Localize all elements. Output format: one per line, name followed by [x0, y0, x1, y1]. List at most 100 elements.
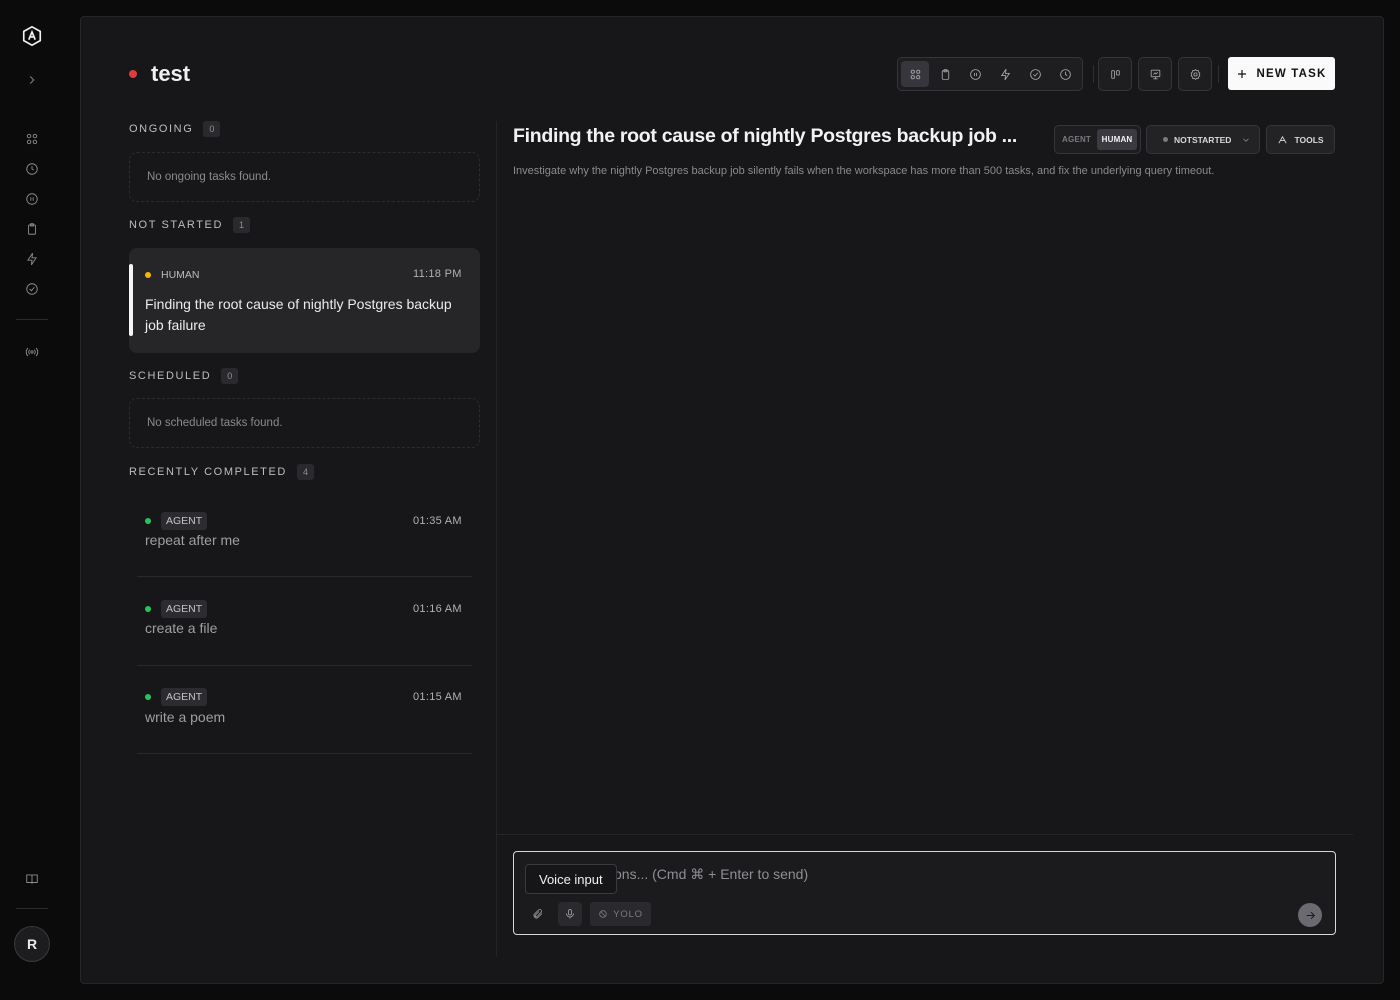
status-dot [1163, 137, 1168, 142]
yolo-toggle[interactable]: YOLO [590, 902, 651, 926]
clipboard-view-button[interactable] [931, 61, 959, 87]
page-header: test [129, 61, 190, 87]
yolo-label: YOLO [613, 908, 643, 920]
clipboard-icon [941, 68, 949, 80]
task-owner: AGENT [161, 512, 208, 530]
book-icon[interactable] [22, 869, 42, 889]
rail-divider [16, 908, 48, 909]
chevron-down-icon [1243, 137, 1250, 142]
send-button[interactable] [1298, 903, 1322, 927]
owner-dot [145, 272, 151, 278]
view-switcher [897, 57, 1083, 91]
task-description: Investigate why the nightly Postgres bac… [513, 165, 1215, 177]
section-recently-completed-header: RECENTLY COMPLETED 4 [129, 464, 314, 480]
history-view-button[interactable] [1051, 61, 1079, 87]
tools-label: TOOLS [1294, 134, 1324, 145]
tools-icon [1278, 135, 1288, 144]
tools-button[interactable]: TOOLS [1266, 125, 1335, 154]
section-label: SCHEDULED [129, 370, 212, 382]
task-list-item[interactable]: AGENT 01:35 AM repeat after me [137, 489, 472, 577]
task-card-selected[interactable]: HUMAN 11:18 PM Finding the root cause of… [129, 248, 480, 353]
section-count: 0 [203, 121, 221, 137]
task-title: write a poem [145, 709, 226, 725]
board-layout-button[interactable] [1098, 57, 1132, 91]
clock-icon[interactable] [22, 159, 42, 179]
chevron-right-icon[interactable] [22, 70, 42, 90]
logo-icon[interactable] [21, 25, 43, 47]
message-composer[interactable]: ons... (Cmd ⌘ + Enter to send) Voice inp… [513, 851, 1336, 935]
voice-input-tooltip: Voice input [525, 864, 617, 894]
composer-divider [497, 834, 1353, 835]
section-ongoing-header: ONGOING 0 [129, 121, 221, 137]
main-panel: test NEW TASK ONGOING 0 No ongoing tasks… [80, 16, 1384, 984]
project-status-dot [129, 70, 137, 78]
bolt-icon[interactable] [22, 249, 42, 269]
app-rail: R [0, 0, 64, 1000]
section-count: 1 [233, 217, 250, 233]
gear-icon [1190, 68, 1200, 80]
new-task-button[interactable]: NEW TASK [1228, 57, 1335, 90]
yolo-icon [599, 910, 607, 918]
status-label: NOTSTARTED [1174, 134, 1232, 145]
broadcast-icon[interactable] [22, 342, 42, 362]
page-title: test [151, 61, 191, 86]
columns-icon [1110, 69, 1120, 79]
task-title: Finding the root cause of nightly Postgr… [145, 296, 452, 333]
clipboard-icon[interactable] [22, 219, 42, 239]
toolbar-separator [1093, 65, 1094, 83]
task-meta: AGENT [145, 512, 208, 530]
task-meta: HUMAN [145, 269, 200, 281]
task-meta: AGENT [145, 688, 208, 706]
grid-icon [910, 69, 920, 79]
scheduled-empty-state: No scheduled tasks found. [129, 398, 480, 448]
task-time: 01:35 AM [413, 515, 462, 527]
new-task-label: NEW TASK [1256, 67, 1327, 80]
triggers-view-button[interactable] [991, 61, 1019, 87]
message-input-placeholder[interactable]: ons... (Cmd ⌘ + Enter to send) [614, 866, 808, 883]
task-owner: HUMAN [161, 269, 200, 281]
grid-view-button[interactable] [901, 61, 929, 87]
rail-divider [16, 319, 48, 320]
check-circle-icon [1029, 68, 1041, 80]
attach-button[interactable] [526, 902, 550, 926]
task-time: 11:18 PM [413, 268, 462, 280]
voice-input-button[interactable] [558, 902, 582, 926]
clock-icon [1059, 68, 1071, 80]
pause-icon[interactable] [22, 189, 42, 209]
task-owner: AGENT [161, 600, 208, 618]
presentation-button[interactable] [1138, 57, 1172, 91]
avatar[interactable]: R [14, 926, 50, 962]
bolt-icon [1000, 68, 1010, 80]
owner-dot [145, 606, 151, 612]
task-time: 01:15 AM [413, 691, 462, 703]
settings-button[interactable] [1178, 57, 1212, 91]
check-circle-icon[interactable] [22, 279, 42, 299]
pause-icon [969, 68, 981, 80]
owner-dot [145, 518, 151, 524]
agent-option[interactable]: AGENT [1058, 129, 1095, 150]
pane-divider [496, 121, 497, 957]
task-meta: AGENT [145, 600, 208, 618]
assignee-toggle: AGENT HUMAN [1054, 125, 1141, 154]
selected-indicator [129, 264, 133, 336]
section-label: RECENTLY COMPLETED [129, 466, 287, 478]
status-dropdown[interactable]: NOTSTARTED [1146, 125, 1260, 154]
plus-icon [1238, 69, 1247, 78]
section-count: 0 [221, 368, 239, 384]
task-time: 01:16 AM [413, 603, 462, 615]
grid-icon[interactable] [22, 129, 42, 149]
paused-view-button[interactable] [961, 61, 989, 87]
toolbar-separator [1218, 65, 1219, 83]
section-count: 4 [296, 464, 314, 480]
task-list-item[interactable]: AGENT 01:16 AM create a file [137, 577, 472, 666]
human-option[interactable]: HUMAN [1097, 129, 1137, 150]
task-list-item[interactable]: AGENT 01:15 AM write a poem [137, 666, 472, 754]
section-label: ONGOING [129, 123, 194, 135]
section-not-started-header: NOT STARTED 1 [129, 217, 250, 233]
paperclip-icon [533, 909, 543, 919]
task-owner: AGENT [161, 688, 208, 706]
task-detail-title: Finding the root cause of nightly Postgr… [513, 125, 1018, 147]
section-scheduled-header: SCHEDULED 0 [129, 368, 239, 384]
presentation-icon [1150, 69, 1160, 79]
completed-view-button[interactable] [1021, 61, 1049, 87]
